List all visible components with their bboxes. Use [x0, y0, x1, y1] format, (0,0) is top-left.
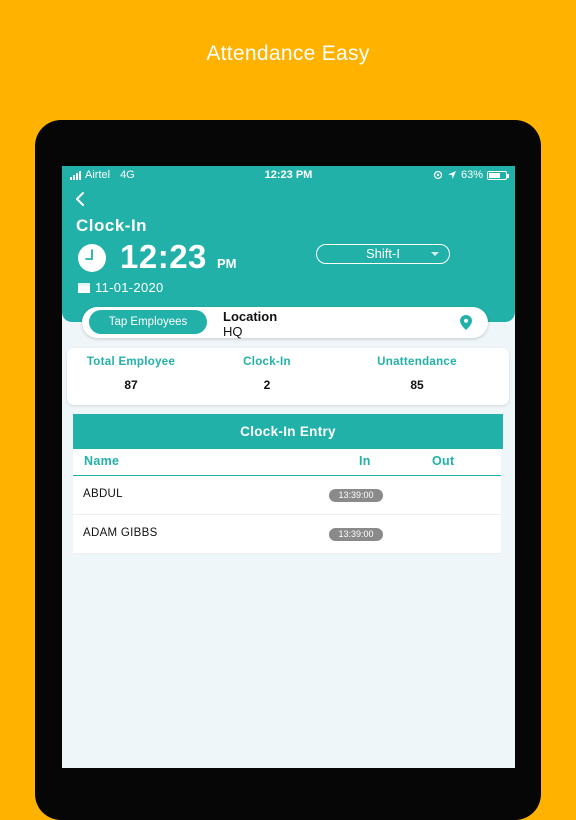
location-value: HQ	[223, 324, 243, 339]
clock-in-time-badge: 13:39:00	[329, 528, 383, 541]
stat-value: 2	[263, 378, 271, 392]
back-arrow-icon[interactable]	[74, 190, 88, 208]
table-row[interactable]: ABDUL 13:39:00	[73, 476, 501, 515]
status-bar: Airtel 4G 12:23 PM 63%	[62, 166, 515, 184]
orientation-lock-icon	[433, 170, 443, 180]
battery-icon	[487, 170, 509, 180]
stat-unattendance: Unattendance 85	[357, 356, 477, 392]
page-title: Clock-In	[76, 216, 148, 235]
current-date: 11-01-2020	[95, 280, 164, 295]
tap-employees-button[interactable]: Tap Employees	[89, 310, 207, 334]
stat-total-employee: Total Employee 87	[72, 356, 190, 392]
table-row[interactable]: ADAM GIBBS 13:39:00	[73, 515, 501, 554]
calendar-icon	[78, 283, 90, 293]
stat-label: Unattendance	[377, 356, 457, 368]
shift-selected-value: Shift-I	[366, 246, 400, 261]
location-bar: Tap Employees Location HQ	[82, 307, 488, 339]
shift-dropdown[interactable]: Shift-I	[316, 244, 450, 264]
location-label: Location	[223, 309, 278, 324]
promo-banner-title: Attendance Easy	[206, 42, 370, 65]
location-pin-icon[interactable]	[460, 315, 472, 330]
stat-label: Total Employee	[86, 356, 176, 368]
app-screen: Airtel 4G 12:23 PM 63% Clock-In 12:23 PM…	[62, 166, 515, 768]
column-out: Out	[432, 454, 455, 468]
column-name: Name	[84, 454, 120, 468]
clock-icon	[78, 244, 106, 272]
battery-percent: 63%	[460, 169, 483, 181]
stat-label: Clock-In	[243, 356, 291, 368]
clock-in-time-badge: 13:39:00	[329, 489, 383, 502]
employee-name: ABDUL	[83, 488, 123, 500]
clock-in-entry-header: Clock-In Entry	[73, 414, 503, 449]
column-in: In	[359, 454, 371, 468]
stat-value: 85	[410, 378, 424, 392]
current-time: 12:23	[120, 238, 207, 275]
table-header: Name In Out	[73, 449, 501, 476]
stat-clock-in: Clock-In 2	[227, 356, 307, 392]
clock-in-table: Name In Out ABDUL 13:39:00 ADAM GIBBS 13…	[73, 449, 501, 554]
stat-value: 87	[124, 378, 138, 392]
location-arrow-icon	[447, 171, 456, 179]
time-period: PM	[217, 256, 237, 271]
employee-name: ADAM GIBBS	[83, 527, 158, 539]
attendance-stats: Total Employee 87 Clock-In 2 Unattendanc…	[67, 348, 509, 405]
chevron-down-icon	[431, 252, 439, 256]
